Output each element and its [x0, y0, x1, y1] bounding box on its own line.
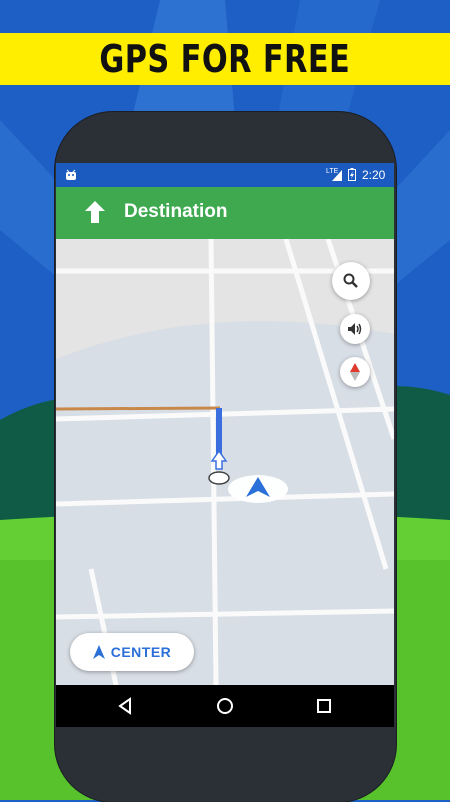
- banner-title: GPS FOR FREE: [99, 37, 351, 81]
- recents-icon[interactable]: [314, 696, 334, 716]
- status-bar: LTE 2:20: [56, 163, 394, 187]
- back-icon[interactable]: [116, 696, 136, 716]
- volume-button[interactable]: [340, 314, 370, 344]
- home-icon[interactable]: [215, 696, 235, 716]
- up-arrow-icon: [85, 201, 105, 223]
- status-time: 2:20: [362, 168, 386, 182]
- search-button[interactable]: [332, 262, 370, 300]
- volume-icon: [348, 323, 362, 335]
- compass-button[interactable]: [340, 357, 370, 387]
- navigation-arrow-icon: [92, 645, 105, 659]
- compass-icon: [350, 363, 360, 381]
- center-label: CENTER: [110, 644, 172, 660]
- signal-icon: [332, 170, 342, 181]
- search-icon: [343, 273, 358, 288]
- android-icon: [66, 169, 76, 180]
- phone-screen: LTE 2:20 Destination CENTER: [56, 163, 394, 727]
- navigation-header[interactable]: Destination: [56, 187, 394, 239]
- system-navigation-bar: [56, 685, 394, 727]
- map-view[interactable]: [56, 239, 394, 685]
- promo-banner: GPS FOR FREE: [0, 33, 450, 85]
- battery-icon: [348, 168, 356, 181]
- destination-label: Destination: [124, 201, 228, 222]
- center-button[interactable]: CENTER: [70, 633, 194, 671]
